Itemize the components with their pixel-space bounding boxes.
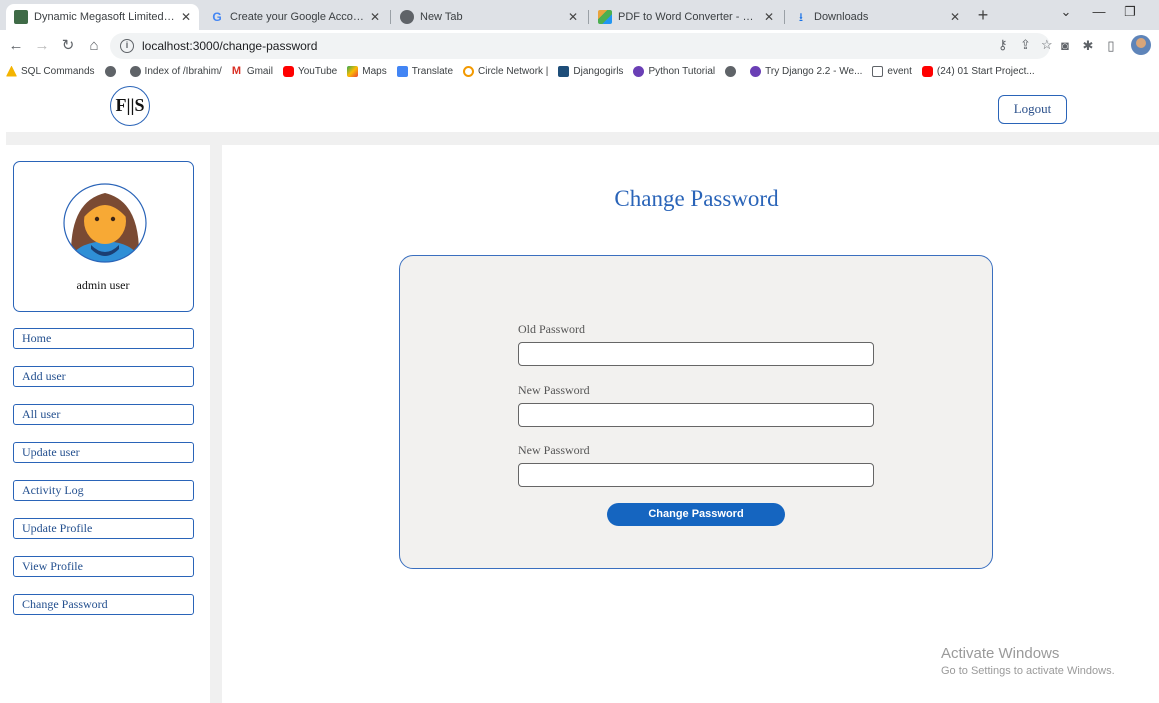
- sidebar-item-view-profile[interactable]: View Profile: [13, 556, 194, 577]
- bookmark-translate[interactable]: Translate: [396, 65, 453, 77]
- tab-search-chevron-icon[interactable]: ⌄: [1051, 4, 1081, 20]
- tab-separator: [390, 10, 391, 24]
- bookmark-try-django[interactable]: Try Django 2.2 - We...: [750, 65, 862, 77]
- sidebar-item-all-user[interactable]: All user: [13, 404, 194, 425]
- old-password-label: Old Password: [518, 322, 586, 336]
- user-avatar-icon: [63, 183, 147, 263]
- bookmark-star-icon[interactable]: ☆: [1041, 37, 1053, 53]
- browser-tab-strip: Dynamic Megasoft Limited Tech ✕ G Create…: [0, 0, 1159, 30]
- site-favicon-icon: [14, 10, 28, 24]
- header-divider-bar: [6, 132, 1159, 145]
- google-icon: G: [212, 10, 222, 24]
- tab-separator: [588, 10, 589, 24]
- youtube-icon: [282, 65, 294, 77]
- address-bar[interactable]: i localhost:3000/change-password ⚷ ⇪ ☆: [110, 33, 1053, 59]
- extensions-puzzle-icon[interactable]: ✱: [1078, 36, 1098, 56]
- bookmark-index-ibrahim[interactable]: Index of /Ibrahim/: [129, 65, 222, 77]
- profile-avatar-icon[interactable]: [1131, 35, 1151, 55]
- tab-separator: [784, 10, 785, 24]
- sidebar-item-update-user[interactable]: Update user: [13, 442, 194, 463]
- bookmark-circle-network[interactable]: Circle Network |: [463, 65, 548, 77]
- side-panel-icon[interactable]: ▯: [1101, 36, 1121, 56]
- try-django-icon: [750, 65, 762, 77]
- sidebar-divider: [210, 145, 222, 703]
- bookmark-sql-commands[interactable]: SQL Commands: [6, 65, 95, 77]
- bookmark-gmail[interactable]: M Gmail: [231, 64, 273, 77]
- sidebar-item-activity-log[interactable]: Activity Log: [13, 480, 194, 501]
- bookmark-globe-2[interactable]: [725, 65, 740, 77]
- change-password-button[interactable]: Change Password: [607, 503, 785, 526]
- reload-icon[interactable]: ↻: [58, 36, 78, 56]
- maps-icon: [347, 65, 359, 77]
- drive-icon: [6, 65, 17, 77]
- bookmarks-bar: SQL Commands Index of /Ibrahim/ M Gmail Y…: [0, 62, 1159, 80]
- new-password-field[interactable]: [518, 403, 874, 427]
- browser-tab-google-account[interactable]: G Create your Google Account ✕: [202, 4, 388, 30]
- screenshot-extension-icon[interactable]: ◙: [1055, 36, 1075, 56]
- minimize-icon[interactable]: —: [1084, 4, 1114, 19]
- globe-icon: [104, 65, 116, 77]
- bookmark-djangogirls[interactable]: Djangogirls: [558, 65, 623, 77]
- watermark-title: Activate Windows: [941, 645, 1060, 662]
- circle-network-icon: [463, 65, 475, 77]
- python-tutorial-icon: [633, 65, 645, 77]
- share-icon[interactable]: ⇪: [1020, 37, 1031, 53]
- windows-activation-watermark: Activate Windows Go to Settings to activ…: [941, 645, 1115, 677]
- sidebar-item-home[interactable]: Home: [13, 328, 194, 349]
- confirm-password-field[interactable]: [518, 463, 874, 487]
- app-header: F||S Logout: [0, 80, 1159, 132]
- new-password-label: New Password: [518, 383, 590, 397]
- sidebar-item-add-user[interactable]: Add user: [13, 366, 194, 387]
- bookmark-event[interactable]: event: [872, 65, 912, 77]
- translate-icon: [396, 65, 408, 77]
- bookmark-python-tutorial[interactable]: Python Tutorial: [633, 65, 715, 77]
- bookmark-globe[interactable]: [104, 65, 120, 77]
- browser-toolbar: ← → ↻ ⌂ i localhost:3000/change-password…: [0, 30, 1159, 62]
- browser-tab-dynamic-megasoft[interactable]: Dynamic Megasoft Limited Tech ✕: [6, 4, 199, 30]
- old-password-field[interactable]: [518, 342, 874, 366]
- close-tab-icon[interactable]: ✕: [764, 10, 774, 24]
- book-icon: [558, 65, 570, 77]
- bookmark-youtube[interactable]: YouTube: [282, 65, 337, 77]
- close-tab-icon[interactable]: ✕: [568, 10, 578, 24]
- change-password-form: Old Password New Password New Password C…: [399, 255, 993, 569]
- site-info-icon[interactable]: i: [120, 39, 134, 53]
- confirm-password-label: New Password: [518, 443, 590, 457]
- watermark-subtitle: Go to Settings to activate Windows.: [941, 665, 1115, 677]
- bookmark-start-project[interactable]: (24) 01 Start Project...: [921, 65, 1035, 77]
- gmail-icon: M: [231, 64, 241, 77]
- pdf-converter-icon: [598, 10, 612, 24]
- username-label: admin user: [76, 278, 130, 292]
- profile-card: admin user: [13, 161, 194, 312]
- browser-tab-new-tab[interactable]: New Tab ✕: [392, 4, 586, 30]
- restore-icon[interactable]: ❐: [1115, 4, 1145, 20]
- browser-tab-pdf-converter[interactable]: PDF to Word Converter - 100% ✕: [590, 4, 782, 30]
- forward-icon[interactable]: →: [32, 36, 52, 56]
- back-icon[interactable]: ←: [6, 36, 26, 56]
- globe-icon: [725, 65, 737, 77]
- close-tab-icon[interactable]: ✕: [950, 10, 960, 24]
- download-icon: ⭳: [798, 10, 804, 24]
- key-icon[interactable]: ⚷: [998, 37, 1008, 53]
- logout-button[interactable]: Logout: [998, 95, 1067, 124]
- globe-icon: [129, 65, 141, 77]
- close-tab-icon[interactable]: ✕: [181, 10, 191, 24]
- new-tab-icon[interactable]: +: [972, 5, 994, 27]
- browser-tab-downloads[interactable]: ⭳ Downloads ✕: [786, 4, 968, 30]
- page-title: Change Password: [614, 186, 779, 211]
- sidebar-item-update-profile[interactable]: Update Profile: [13, 518, 194, 539]
- home-icon[interactable]: ⌂: [84, 36, 104, 56]
- app-logo[interactable]: F||S: [110, 86, 150, 126]
- chrome-icon: [400, 10, 414, 24]
- bookmark-maps[interactable]: Maps: [347, 65, 387, 77]
- close-tab-icon[interactable]: ✕: [370, 10, 380, 24]
- calendar-icon: [872, 65, 884, 77]
- youtube-icon: [921, 65, 933, 77]
- sidebar-item-change-password[interactable]: Change Password: [13, 594, 194, 615]
